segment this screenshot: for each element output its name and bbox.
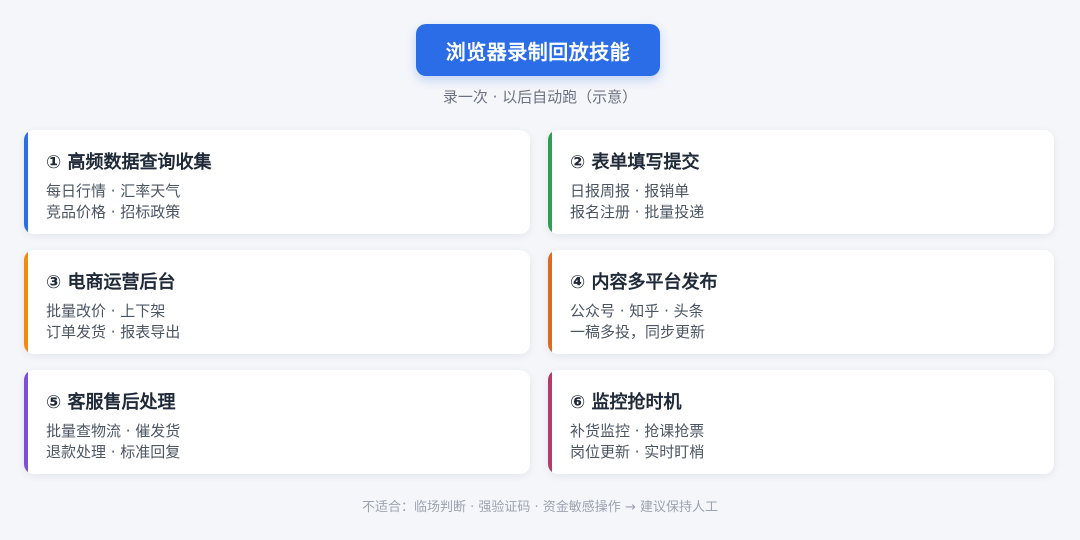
card-line: 竞品价格 · 招标政策 [46,203,181,221]
card-line: 一稿多投，同步更新 [570,323,706,341]
card-monitoring: ⑥ 监控抢时机 补货监控 · 抢课抢票 岗位更新 · 实时盯梢 [548,370,1054,474]
footer-note: 不适合：临场判断 · 强验证码 · 资金敏感操作 → 建议保持人工 [362,500,718,515]
card-title: ④ 内容多平台发布 [570,272,718,293]
card-line: 每日行情 · 汇率天气 [46,182,181,200]
card-content-publish: ④ 内容多平台发布 公众号 · 知乎 · 头条 一稿多投，同步更新 [548,250,1054,354]
card-line: 批量改价 · 上下架 [46,302,166,320]
card-accent-bar [548,130,552,234]
card-title: ② 表单填写提交 [570,152,700,173]
card-form-fill: ② 表单填写提交 日报周报 · 报销单 报名注册 · 批量投递 [548,130,1054,234]
card-title: ③ 电商运营后台 [46,272,176,293]
card-line: 订单发货 · 报表导出 [46,323,181,341]
card-line: 日报周报 · 报销单 [570,182,690,200]
card-accent-bar [548,370,552,474]
card-line: 补货监控 · 抢课抢票 [570,422,705,440]
card-title: ⑤ 客服售后处理 [46,392,176,413]
card-data-query: ① 高频数据查询收集 每日行情 · 汇率天气 竞品价格 · 招标政策 [24,130,530,234]
card-accent-bar [24,250,28,354]
card-line: 退款处理 · 标准回复 [46,443,181,461]
card-accent-bar [548,250,552,354]
card-line: 报名注册 · 批量投递 [570,203,705,221]
card-accent-bar [24,130,28,234]
card-ecommerce: ③ 电商运营后台 批量改价 · 上下架 订单发货 · 报表导出 [24,250,530,354]
card-title: ⑥ 监控抢时机 [570,392,682,413]
card-customer-service: ⑤ 客服售后处理 批量查物流 · 催发货 退款处理 · 标准回复 [24,370,530,474]
card-line: 批量查物流 · 催发货 [46,422,181,440]
card-title: ① 高频数据查询收集 [46,152,212,173]
subtitle: 录一次 · 以后自动跑（示意） [442,88,638,106]
card-accent-bar [24,370,28,474]
card-line: 岗位更新 · 实时盯梢 [570,443,705,461]
title-banner: 浏览器录制回放技能 [416,24,660,76]
card-line: 公众号 · 知乎 · 头条 [570,302,704,320]
